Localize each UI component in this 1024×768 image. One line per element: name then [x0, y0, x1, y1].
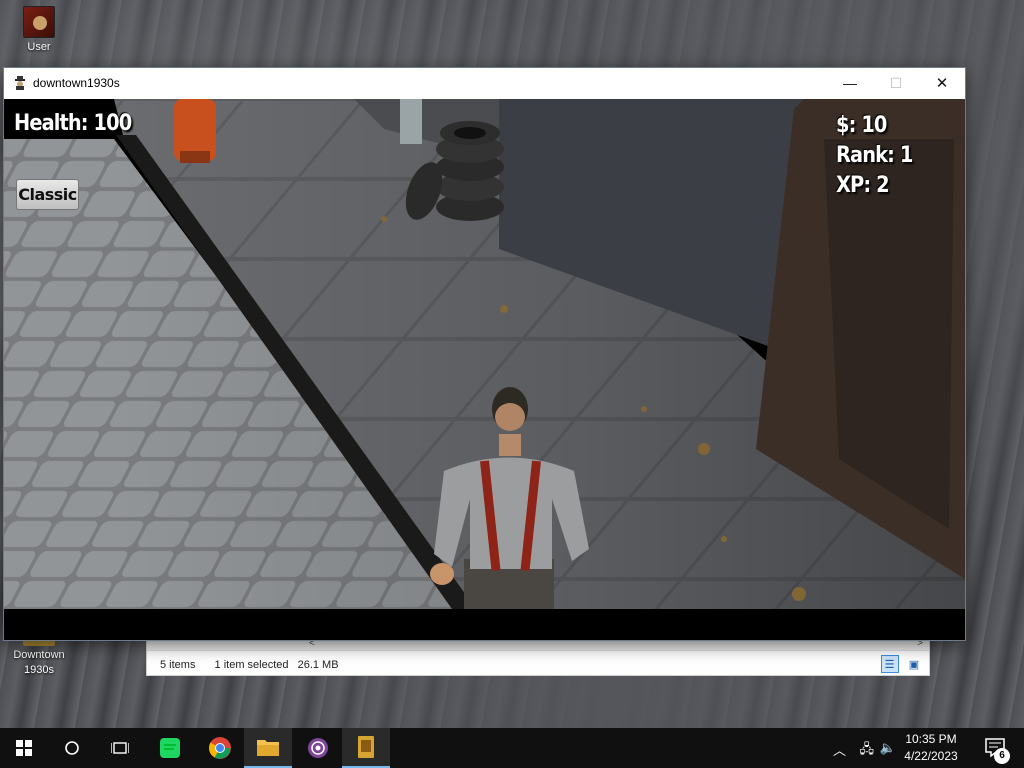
taskbar-app-green[interactable] — [146, 728, 194, 768]
notification-badge: 6 — [994, 748, 1010, 764]
search-button[interactable] — [48, 728, 96, 768]
start-button[interactable] — [0, 728, 48, 768]
classic-mode-button[interactable]: Classic — [16, 179, 79, 210]
view-toggle: ☰ ▣ — [879, 655, 923, 674]
taskbar-app-game[interactable] — [342, 728, 390, 768]
item-count: 5 items — [160, 659, 196, 671]
chevron-up-icon[interactable]: ︿ — [833, 740, 846, 759]
tor-browser-icon — [308, 738, 328, 758]
rank-display: Rank: 1 — [836, 143, 913, 168]
window-titlebar[interactable]: downtown1930s — ☐ ✕ — [4, 68, 965, 99]
close-button[interactable]: ✕ — [919, 68, 965, 99]
window-title: downtown1930s — [33, 76, 120, 90]
desktop-icon-label: Downtown 1930s — [13, 649, 65, 676]
chrome-icon — [209, 737, 231, 759]
game-window: downtown1930s — ☐ ✕ Health: 100 $: 10 Ra… — [4, 68, 965, 640]
game-viewport[interactable]: Health: 100 $: 10 Rank: 1 XP: 2 Classic — [4, 99, 965, 609]
health-display: Health: 100 — [14, 111, 132, 136]
game-scene — [4, 99, 965, 609]
xp-display: XP: 2 — [836, 173, 890, 198]
explorer-status-bar: 5 items 1 item selected 26.1 MB — [160, 659, 355, 671]
selection-size: 26.1 MB — [297, 659, 339, 671]
clock-date: 4/22/2023 — [904, 749, 958, 763]
folder-icon — [257, 740, 279, 756]
large-icons-view-icon[interactable]: ▣ — [905, 656, 923, 674]
desktop-icon-label: User — [27, 41, 51, 53]
gangster-app-icon — [15, 76, 25, 90]
money-display: $: 10 — [836, 113, 887, 138]
green-app-icon — [160, 738, 180, 758]
desktop-icon-user[interactable]: User — [4, 6, 74, 55]
maximize-button[interactable]: ☐ — [873, 68, 919, 99]
file-explorer-window: < > 5 items 1 item selected 26.1 MB ☰ ▣ — [146, 636, 930, 676]
taskbar-app-chrome[interactable] — [196, 728, 244, 768]
game-app-icon — [358, 736, 374, 758]
taskbar-app-tor[interactable] — [294, 728, 342, 768]
volume-muted-icon[interactable]: 🔈 — [880, 740, 896, 756]
clock-time: 10:35 PM — [905, 732, 957, 746]
windows-logo-icon — [16, 740, 32, 756]
drain-pipe — [400, 99, 422, 144]
letterbox-bar — [4, 609, 965, 640]
task-view-button[interactable] — [96, 728, 144, 768]
minimize-button[interactable]: — — [827, 68, 873, 99]
search-icon — [65, 741, 79, 755]
player-stats: $: 10 Rank: 1 XP: 2 — [836, 111, 913, 201]
selection-info: 1 item selected — [214, 659, 289, 671]
taskbar-app-file-explorer[interactable] — [244, 728, 292, 768]
clock[interactable]: 10:35 PM 4/22/2023 — [896, 731, 966, 765]
taskbar: ︿ 🖧 🔈 10:35 PM 4/22/2023 6 — [0, 728, 1024, 768]
details-view-icon[interactable]: ☰ — [880, 655, 899, 673]
task-view-icon — [111, 742, 129, 754]
network-icon[interactable]: 🖧 — [860, 740, 875, 762]
user-folder-icon — [23, 6, 55, 38]
